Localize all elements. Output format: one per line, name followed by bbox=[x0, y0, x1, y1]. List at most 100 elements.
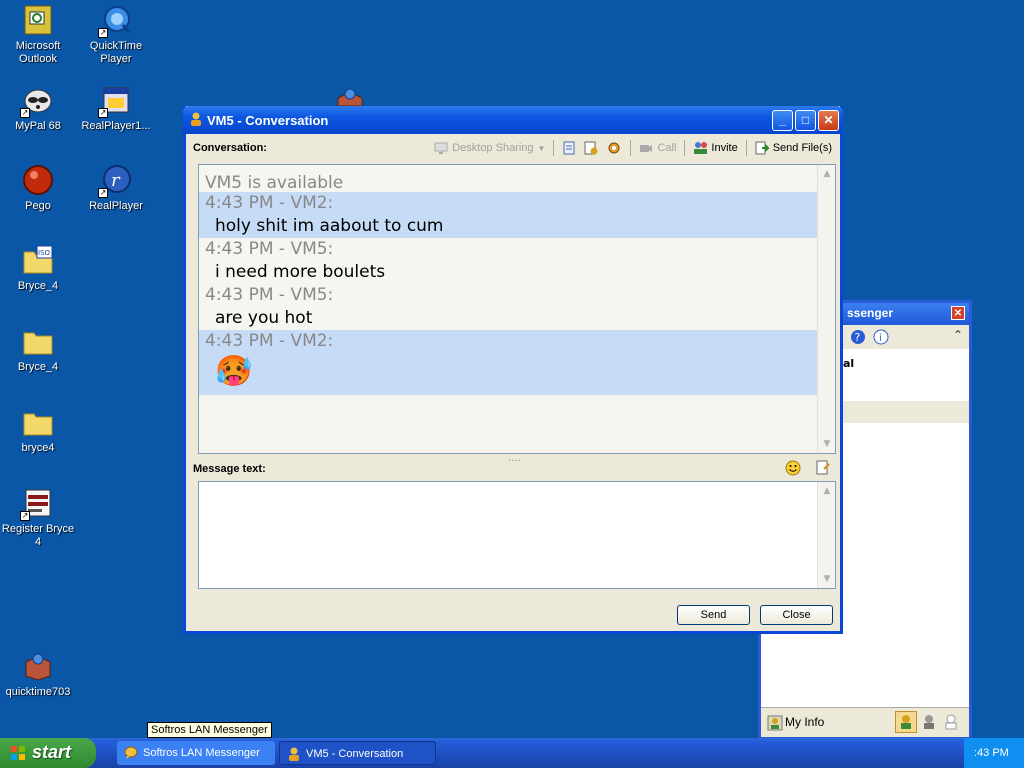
input-scrollbar[interactable]: ▲ ▼ bbox=[817, 482, 835, 588]
conversation-scrollbar[interactable]: ▲ ▼ bbox=[817, 165, 835, 453]
message-block: 4:43 PM - VM5: are you hot bbox=[199, 284, 817, 330]
desktop-icon-label: Bryce_4 bbox=[17, 361, 59, 373]
desktop-icon-label: RealPlayer bbox=[89, 200, 143, 212]
message-meta: 4:43 PM - VM5: bbox=[205, 239, 334, 259]
emoticon-icon[interactable] bbox=[785, 460, 801, 476]
camera-icon bbox=[640, 145, 653, 152]
svg-text:r: r bbox=[111, 170, 121, 191]
scroll-up-icon[interactable]: ▲ bbox=[820, 167, 834, 181]
user-online-icon bbox=[901, 715, 911, 729]
shortcut-arrow-icon: ↗ bbox=[20, 108, 30, 118]
desktop-icon-label: Microsoft Outlook bbox=[15, 40, 61, 65]
scroll-down-icon[interactable]: ▼ bbox=[820, 572, 834, 586]
message-input[interactable]: ▲ ▼ bbox=[198, 481, 836, 589]
mypal-icon: ↗ bbox=[20, 84, 54, 118]
pego-icon bbox=[22, 164, 54, 196]
desktop-icon-mypal[interactable]: ↗ MyPal 68 bbox=[0, 84, 78, 133]
message-list: VM5 is available 4:43 PM - VM2: holy shi… bbox=[199, 165, 817, 453]
desktop-icon-outlook[interactable]: Microsoft Outlook bbox=[0, 4, 78, 66]
message-block: 4:43 PM - VM2: holy shit im aabout to cu… bbox=[199, 192, 817, 238]
message-block: 4:43 PM - VM2: 🥵 bbox=[199, 330, 817, 395]
splitter-grip[interactable]: ···· bbox=[508, 456, 521, 467]
contact-info-icon[interactable] bbox=[584, 141, 598, 155]
contact-list-fragment: al bbox=[843, 357, 855, 370]
user-away-icon[interactable] bbox=[921, 714, 937, 730]
register-icon: ↗ bbox=[20, 487, 54, 521]
desktop-icon-realplayer[interactable]: r ↗ RealPlayer bbox=[76, 164, 156, 213]
clock[interactable]: :43 PM bbox=[974, 747, 1009, 759]
system-tray: :43 PM bbox=[964, 738, 1024, 768]
status-message: VM5 is available bbox=[205, 173, 344, 193]
windows-logo-icon bbox=[11, 746, 25, 760]
user-icon bbox=[191, 112, 201, 126]
message-text-label: Message text: bbox=[193, 463, 266, 475]
info-icon[interactable]: i bbox=[873, 329, 889, 345]
message-text: holy shit im aabout to cum bbox=[215, 216, 444, 236]
desktop-icon-register-bryce[interactable]: ↗ Register Bryce 4 bbox=[0, 487, 78, 549]
start-label: start bbox=[32, 742, 72, 762]
desktop-icon-quicktime703[interactable]: quicktime703 bbox=[0, 650, 78, 699]
user-card-icon bbox=[767, 715, 783, 731]
desktop-sharing-button[interactable]: Desktop Sharing ▼ bbox=[434, 141, 545, 155]
desktop-icon-realplayer-installer[interactable]: ↗ RealPlayer1... bbox=[76, 84, 156, 133]
call-button[interactable]: Call bbox=[639, 141, 676, 155]
message-meta: 4:43 PM - VM2: bbox=[205, 331, 334, 351]
close-dialog-button[interactable]: Close bbox=[760, 605, 833, 625]
user-offline-icon[interactable] bbox=[943, 714, 959, 730]
close-icon[interactable]: ✕ bbox=[951, 306, 965, 320]
desktop-icon-label: QuickTime Player bbox=[89, 40, 143, 65]
conversation-label: Conversation: bbox=[193, 142, 267, 154]
send-file-icon bbox=[755, 141, 769, 155]
invite-users-icon bbox=[694, 142, 708, 154]
folder-icon bbox=[22, 325, 54, 357]
message-text: are you hot bbox=[215, 308, 313, 328]
desktop-sharing-icon bbox=[434, 142, 448, 154]
start-button[interactable]: start bbox=[0, 738, 96, 768]
messenger-title: ssenger bbox=[847, 306, 894, 320]
message-input-value bbox=[199, 482, 835, 490]
history-icon[interactable] bbox=[562, 141, 576, 155]
format-text-icon[interactable] bbox=[815, 460, 831, 476]
conversation-titlebar[interactable]: VM5 - Conversation _ □ ✕ bbox=[183, 106, 843, 134]
desktop-icon-pego[interactable]: Pego bbox=[0, 164, 78, 213]
chat-bubble-icon bbox=[124, 746, 138, 759]
desktop-icon-label: bryce4 bbox=[21, 442, 55, 454]
minimize-button[interactable]: _ bbox=[772, 110, 793, 131]
desktop-icon-label: quicktime703 bbox=[5, 686, 71, 698]
chevron-up-icon[interactable]: ⌃ bbox=[953, 328, 963, 342]
taskbar-tooltip: Softros LAN Messenger bbox=[147, 722, 272, 738]
send-button[interactable]: Send bbox=[677, 605, 750, 625]
window-title: VM5 - Conversation bbox=[207, 113, 329, 128]
conversation-toolbar: Desktop Sharing ▼ Call Invite Send File(… bbox=[426, 138, 832, 158]
conversation-window[interactable]: VM5 - Conversation _ □ ✕ Conversation: D… bbox=[183, 106, 843, 634]
svg-text:i: i bbox=[879, 333, 882, 344]
close-button[interactable]: ✕ bbox=[818, 110, 839, 131]
desktop-icon-quicktime[interactable]: ↗ QuickTime Player bbox=[76, 4, 156, 66]
scroll-down-icon[interactable]: ▼ bbox=[820, 437, 834, 451]
my-info-link[interactable]: My Info bbox=[785, 715, 824, 729]
taskbar: start Softros LAN Messenger VM5 - Conver… bbox=[0, 738, 1024, 768]
iso-folder-icon: ISO bbox=[22, 244, 54, 276]
svg-text:?: ? bbox=[855, 331, 861, 344]
desktop-icon-bryce-folder[interactable]: Bryce_4 bbox=[0, 325, 78, 374]
conversation-history[interactable]: VM5 is available 4:43 PM - VM2: holy shi… bbox=[198, 164, 836, 454]
desktop-icon-label: RealPlayer1... bbox=[81, 120, 151, 132]
help-icon[interactable]: ? bbox=[850, 329, 866, 345]
settings-icon[interactable] bbox=[606, 141, 622, 155]
svg-text:ISO: ISO bbox=[38, 249, 51, 257]
scroll-up-icon[interactable]: ▲ bbox=[820, 484, 834, 498]
message-meta: 4:43 PM - VM5: bbox=[205, 285, 334, 305]
shortcut-arrow-icon: ↗ bbox=[20, 511, 30, 521]
quicktime-icon: ↗ bbox=[98, 4, 132, 38]
desktop-icon-bryce4-folder[interactable]: bryce4 bbox=[0, 406, 78, 455]
partial-installer-icon bbox=[336, 86, 364, 107]
shortcut-arrow-icon: ↗ bbox=[98, 28, 108, 38]
taskbar-item-conversation[interactable]: VM5 - Conversation bbox=[279, 741, 436, 765]
desktop-icon-label: Bryce_4 bbox=[17, 280, 59, 292]
maximize-button[interactable]: □ bbox=[795, 110, 816, 131]
desktop-icon-bryce-iso[interactable]: ISO Bryce_4 bbox=[0, 244, 78, 293]
shortcut-arrow-icon: ↗ bbox=[98, 108, 108, 118]
invite-button[interactable]: Invite bbox=[693, 141, 738, 155]
send-files-button[interactable]: Send File(s) bbox=[755, 141, 832, 155]
taskbar-item-messenger[interactable]: Softros LAN Messenger bbox=[117, 741, 275, 765]
